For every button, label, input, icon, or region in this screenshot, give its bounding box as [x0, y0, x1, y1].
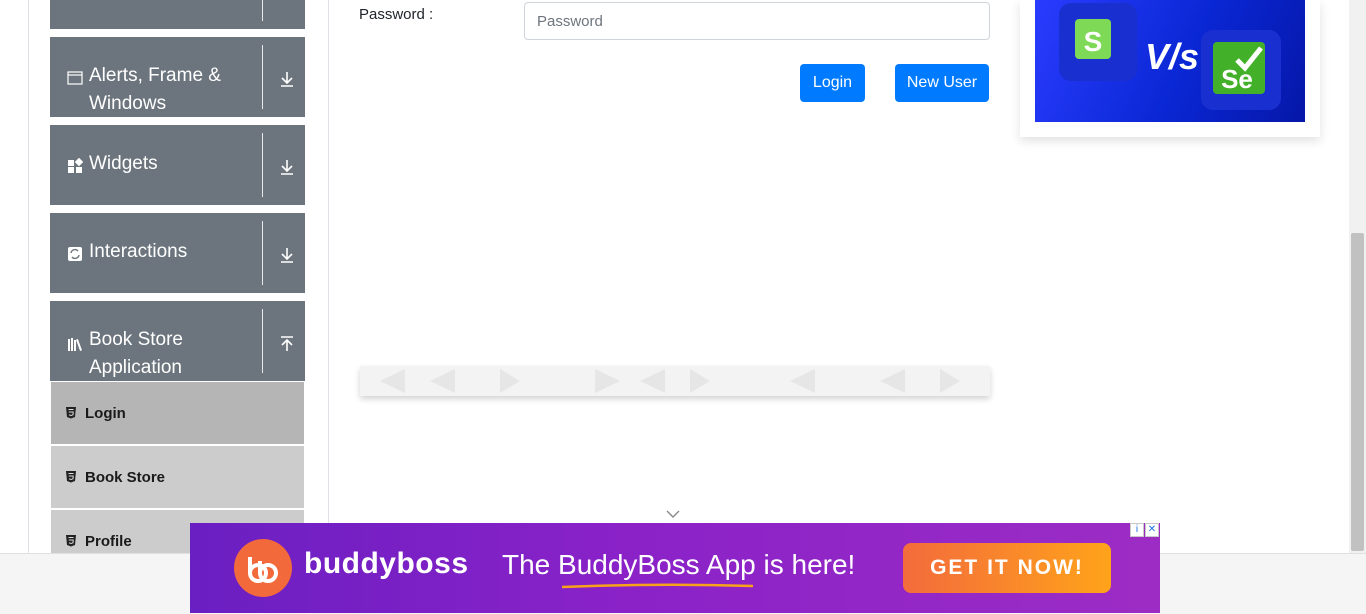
download-arrow-icon — [281, 160, 293, 175]
group-divider — [262, 309, 263, 373]
upload-arrow-icon — [281, 336, 293, 351]
close-ad-icon[interactable]: ✕ — [1145, 523, 1159, 537]
ad-tagline: The BuddyBoss App is here! — [502, 549, 856, 580]
widgets-icon — [68, 158, 83, 173]
ad-underline-swoosh — [561, 583, 754, 589]
svg-text:S: S — [1084, 26, 1103, 57]
sidebar-group-label: Alerts, Frame & Windows — [89, 65, 221, 114]
group-divider — [262, 133, 263, 197]
new-user-button[interactable]: New User — [895, 64, 989, 102]
get-it-now-button[interactable]: GET IT NOW! — [903, 543, 1111, 593]
sidebar-border — [328, 0, 329, 553]
sidebar-group-label: Book Store Application — [89, 329, 183, 378]
download-arrow-icon — [281, 248, 293, 263]
html5-icon — [66, 535, 76, 547]
bottom-ad-banner[interactable]: buddyboss The BuddyBoss App is here! GET… — [190, 523, 1160, 613]
sidebar-group-widgets[interactable]: Widgets — [50, 125, 305, 205]
group-divider — [262, 45, 263, 109]
group-divider — [262, 221, 263, 285]
password-input[interactable] — [524, 2, 990, 40]
selenium-logo: Se — [1201, 30, 1281, 110]
menu-item-label: Book Store — [85, 469, 166, 486]
download-arrow-icon — [281, 72, 293, 87]
left-border — [28, 0, 29, 553]
adchoices-icon[interactable]: i — [1130, 523, 1144, 537]
sidebar-group-collapsed[interactable] — [50, 0, 305, 29]
sidebar-group-interactions[interactable]: Interactions — [50, 213, 305, 293]
buddyboss-logo — [234, 539, 292, 597]
login-button[interactable]: Login — [800, 64, 865, 102]
password-label: Password : — [359, 6, 434, 23]
scrollbar-thumb[interactable] — [1351, 233, 1364, 551]
html5-icon — [66, 471, 76, 483]
sidebar-group-book-store[interactable]: Book Store Application — [50, 301, 305, 381]
chevron-down-icon[interactable] — [666, 509, 680, 519]
menu-item-login[interactable]: Login — [51, 382, 304, 444]
versus-text: V/s — [1145, 36, 1200, 77]
katalon-logo: S — [1059, 3, 1137, 81]
menu-item-book-store[interactable]: Book Store — [51, 446, 304, 508]
svg-text:Se: Se — [1221, 64, 1253, 94]
right-ad-image[interactable]: S V/s Se — [1035, 0, 1305, 122]
html5-icon — [66, 407, 76, 419]
sidebar-group-label: Interactions — [89, 241, 188, 262]
interactions-icon — [68, 247, 82, 261]
sidebar-group-label: Widgets — [89, 153, 158, 174]
group-divider — [262, 0, 263, 21]
menu-item-label: Login — [85, 405, 126, 422]
sidebar-group-alerts[interactable]: Alerts, Frame & Windows — [50, 37, 305, 117]
book-store-icon — [68, 338, 82, 351]
ad-brand-text: buddyboss — [304, 547, 469, 580]
menu-item-label: Profile — [85, 533, 132, 550]
window-icon — [67, 71, 83, 85]
ad-placeholder-strip — [360, 366, 990, 396]
